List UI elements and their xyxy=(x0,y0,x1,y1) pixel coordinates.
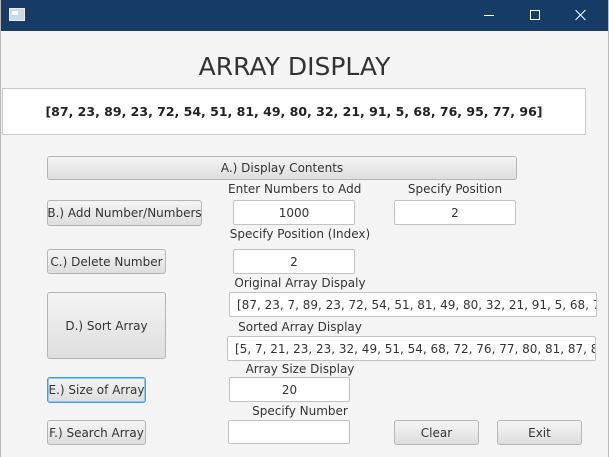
add-numbers-button[interactable]: B.) Add Number/Numbers xyxy=(47,200,202,226)
exit-button[interactable]: Exit xyxy=(497,420,582,445)
array-display-text: [87, 23, 89, 23, 72, 54, 51, 81, 49, 80,… xyxy=(45,104,543,119)
array-size-field[interactable]: 20 xyxy=(229,377,350,402)
clear-button[interactable]: Clear xyxy=(394,420,479,445)
delete-position-label: Specify Position (Index) xyxy=(229,227,371,241)
add-position-input[interactable]: 2 xyxy=(394,200,516,225)
maximize-icon xyxy=(530,10,540,20)
page-title: ARRAY DISPLAY xyxy=(198,52,391,81)
array-size-label: Array Size Display xyxy=(245,362,355,376)
add-value-input[interactable]: 1000 xyxy=(233,200,355,225)
maximize-button[interactable] xyxy=(512,0,558,31)
close-button[interactable] xyxy=(558,0,604,31)
sorted-array-label: Sorted Array Display xyxy=(238,320,362,334)
minimize-icon xyxy=(484,15,494,16)
search-array-button[interactable]: F.) Search Array xyxy=(47,420,146,445)
size-of-array-button[interactable]: E.) Size of Array xyxy=(47,377,146,403)
enter-numbers-label: Enter Numbers to Add xyxy=(228,182,362,196)
original-array-label: Original Array Dispaly xyxy=(234,276,366,290)
close-icon xyxy=(575,9,587,21)
display-contents-button[interactable]: A.) Display Contents xyxy=(47,156,517,180)
delete-position-input[interactable]: 2 xyxy=(233,249,355,274)
delete-number-button[interactable]: C.) Delete Number xyxy=(47,249,166,274)
specify-position-label: Specify Position xyxy=(407,182,503,196)
sort-array-button[interactable]: D.) Sort Array xyxy=(47,292,166,359)
array-display-panel: [87, 23, 89, 23, 72, 54, 51, 81, 49, 80,… xyxy=(2,88,586,135)
sorted-array-field[interactable]: [5, 7, 21, 23, 23, 32, 49, 51, 54, 68, 7… xyxy=(227,336,596,361)
specify-number-label: Specify Number xyxy=(252,404,348,418)
app-icon xyxy=(9,8,25,21)
minimize-button[interactable] xyxy=(466,0,512,31)
original-array-field[interactable]: [87, 23, 7, 89, 23, 72, 54, 51, 81, 49, … xyxy=(229,292,597,317)
search-number-input[interactable] xyxy=(228,420,350,444)
title-bar xyxy=(0,0,609,31)
